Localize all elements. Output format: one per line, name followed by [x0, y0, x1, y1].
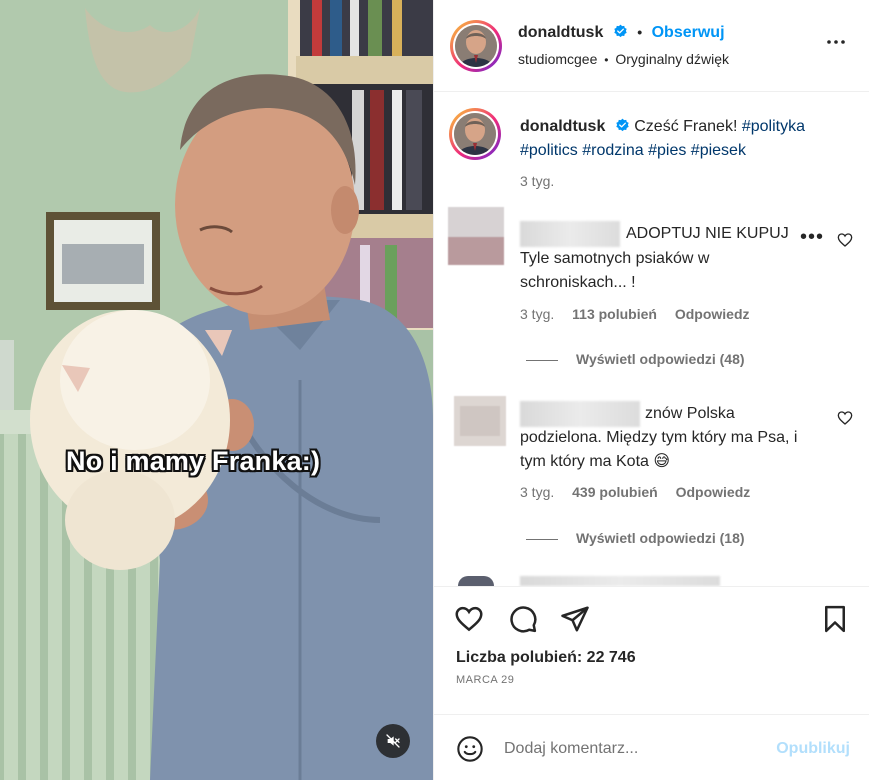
verified-badge-icon — [614, 24, 627, 38]
hashtag-link[interactable]: #pies — [648, 142, 686, 159]
view-replies-label: Wyświetl odpowiedzi (18) — [576, 530, 745, 546]
speaker-muted-icon — [386, 734, 400, 748]
comment-text: ADOPTUJ NIE KUPUJ — [626, 225, 789, 242]
comment-input[interactable] — [504, 735, 754, 763]
next-comment-avatar-cutoff — [458, 576, 494, 586]
separator-dot: • — [637, 24, 643, 40]
add-comment-bar: Opublikuj — [434, 714, 869, 780]
post-actions-bar: Liczba polubień: 22 746 MARCA 29 — [434, 586, 869, 714]
video-caption-overlay: No i mamy Franka:) — [66, 446, 321, 476]
caption-username[interactable]: donaldtusk — [520, 118, 605, 135]
hashtag-link[interactable]: #polityka — [742, 118, 805, 135]
view-replies-label: Wyświetl odpowiedzi (48) — [576, 351, 745, 367]
hashtag-link[interactable]: #piesek — [691, 142, 746, 159]
original-audio-link[interactable]: Oryginalny dźwięk — [615, 51, 729, 67]
hashtag-link[interactable]: #politics — [520, 142, 578, 159]
comment-text: podzielona. Między tym który ma Psa, i t… — [520, 429, 798, 470]
commenter-name-blurred[interactable] — [520, 401, 640, 427]
comment-timestamp[interactable]: 3 tyg. — [520, 484, 554, 500]
ellipsis-icon[interactable] — [824, 30, 848, 54]
caption-text: Cześć Franek! — [634, 118, 738, 135]
comment-likes-count[interactable]: 113 polubień — [572, 306, 657, 322]
header-username[interactable]: donaldtusk — [518, 24, 603, 41]
post-header: donaldtusk • Obserwuj studiomcgee • Oryg… — [434, 0, 869, 92]
comment-like-heart-icon[interactable] — [837, 232, 853, 248]
comments-list[interactable]: donaldtusk Cześć Franek! #polityka #poli… — [434, 93, 869, 586]
post-date[interactable]: MARCA 29 — [456, 674, 514, 686]
heart-icon[interactable] — [454, 604, 484, 634]
paper-plane-icon[interactable] — [560, 604, 590, 634]
commenter-avatar-blurred[interactable] — [448, 207, 504, 265]
commenter-avatar-blurred[interactable] — [454, 396, 506, 446]
caption-author-avatar[interactable] — [449, 108, 501, 160]
audio-info: studiomcgee • Oryginalny dźwięk — [518, 51, 729, 67]
mute-toggle-button[interactable] — [376, 724, 410, 758]
video-player[interactable]: No i mamy Franka:) — [0, 0, 433, 780]
view-replies-button[interactable]: Wyświetl odpowiedzi (18) — [526, 530, 745, 546]
comment-like-heart-icon[interactable] — [837, 410, 853, 426]
view-replies-button[interactable]: Wyświetl odpowiedzi (48) — [526, 351, 745, 367]
post-side-panel: donaldtusk • Obserwuj studiomcgee • Oryg… — [433, 0, 869, 780]
likes-count[interactable]: Liczba polubień: 22 746 — [456, 649, 636, 667]
comment-likes-count[interactable]: 439 polubień — [572, 484, 658, 500]
comment-meta: 3 tyg. 113 polubień Odpowiedz — [520, 306, 764, 322]
audio-author-link[interactable]: studiomcgee — [518, 51, 597, 67]
author-avatar[interactable] — [450, 20, 502, 72]
separator-dot: • — [604, 53, 609, 67]
replies-line — [526, 359, 558, 361]
follow-button[interactable]: Obserwuj — [652, 24, 725, 41]
commenter-name-blurred[interactable] — [520, 221, 620, 247]
comment-reply-button[interactable]: Odpowiedz — [675, 306, 750, 322]
comment-options-icon[interactable]: ••• — [800, 226, 824, 249]
publish-button[interactable]: Opublikuj — [776, 740, 850, 758]
blurred-image — [448, 207, 504, 265]
caption-timestamp[interactable]: 3 tyg. — [520, 173, 554, 189]
blurred-image — [454, 396, 506, 446]
replies-line — [526, 538, 558, 540]
comment-timestamp[interactable]: 3 tyg. — [520, 306, 554, 322]
comment-bubble-icon[interactable] — [508, 604, 538, 634]
hashtag-link[interactable]: #rodzina — [582, 142, 643, 159]
comment-reply-button[interactable]: Odpowiedz — [676, 484, 751, 500]
header-author-line: donaldtusk • Obserwuj — [518, 24, 725, 42]
comment-text: znów Polska — [645, 405, 735, 422]
avatar-photo — [455, 25, 497, 67]
post-caption: donaldtusk Cześć Franek! #polityka #poli… — [520, 115, 850, 163]
emoji-smile-icon[interactable] — [456, 735, 484, 763]
verified-badge-icon — [616, 118, 629, 132]
avatar-photo — [454, 113, 496, 155]
next-comment-cutoff — [520, 576, 720, 586]
bookmark-icon[interactable] — [820, 604, 850, 634]
comment-meta: 3 tyg. 439 polubień Odpowiedz — [520, 484, 764, 500]
video-frame — [0, 0, 433, 780]
comment-text: Tyle samotnych psiaków w schroniskach...… — [520, 250, 710, 291]
